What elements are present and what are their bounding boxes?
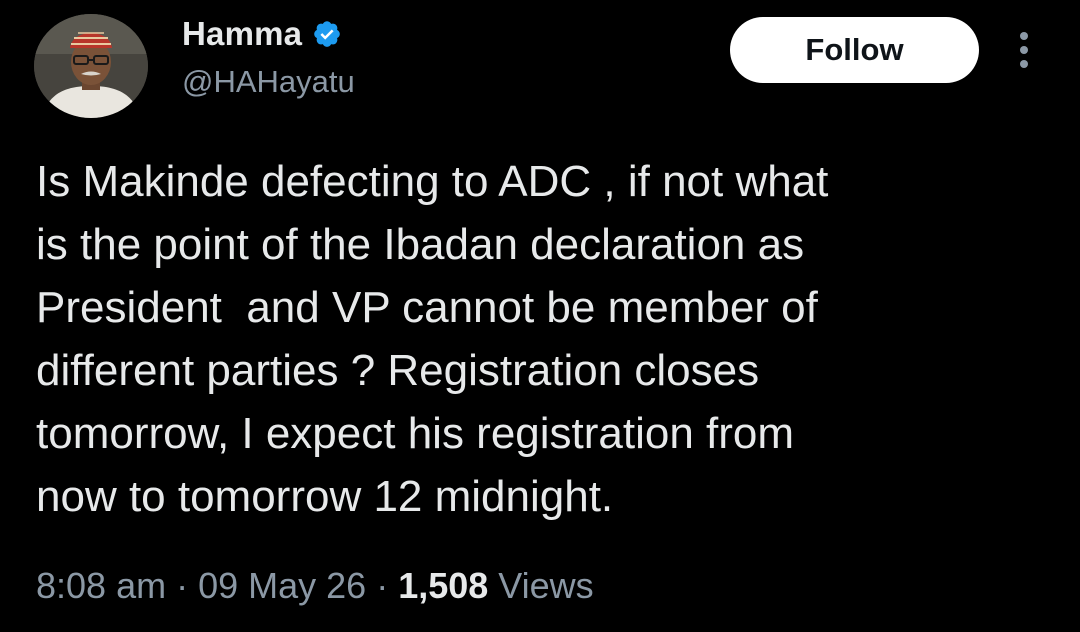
- verified-badge-icon: [312, 19, 342, 49]
- more-vertical-icon[interactable]: [1010, 28, 1038, 72]
- meta-separator: ·: [166, 565, 199, 606]
- follow-button[interactable]: Follow: [730, 17, 979, 83]
- tweet-meta: 8:08 am · 09 May 26 · 1,508 Views: [36, 565, 594, 607]
- tweet-date[interactable]: 09 May 26: [198, 565, 366, 607]
- profile-photo: [34, 14, 148, 118]
- tweet-text: Is Makinde defecting to ADC , if not wha…: [36, 157, 829, 521]
- author-name-row: Hamma: [182, 12, 342, 56]
- views-label[interactable]: Views: [488, 565, 593, 607]
- author-handle[interactable]: @HAHayatu: [182, 64, 355, 100]
- views-count[interactable]: 1,508: [398, 565, 488, 607]
- author-avatar[interactable]: [34, 14, 148, 118]
- tweet-time[interactable]: 8:08 am: [36, 565, 166, 607]
- meta-separator: ·: [366, 565, 399, 606]
- tweet: Hamma @HAHayatu Follow Is Makinde defect…: [0, 0, 1080, 632]
- author-display-name[interactable]: Hamma: [182, 15, 302, 53]
